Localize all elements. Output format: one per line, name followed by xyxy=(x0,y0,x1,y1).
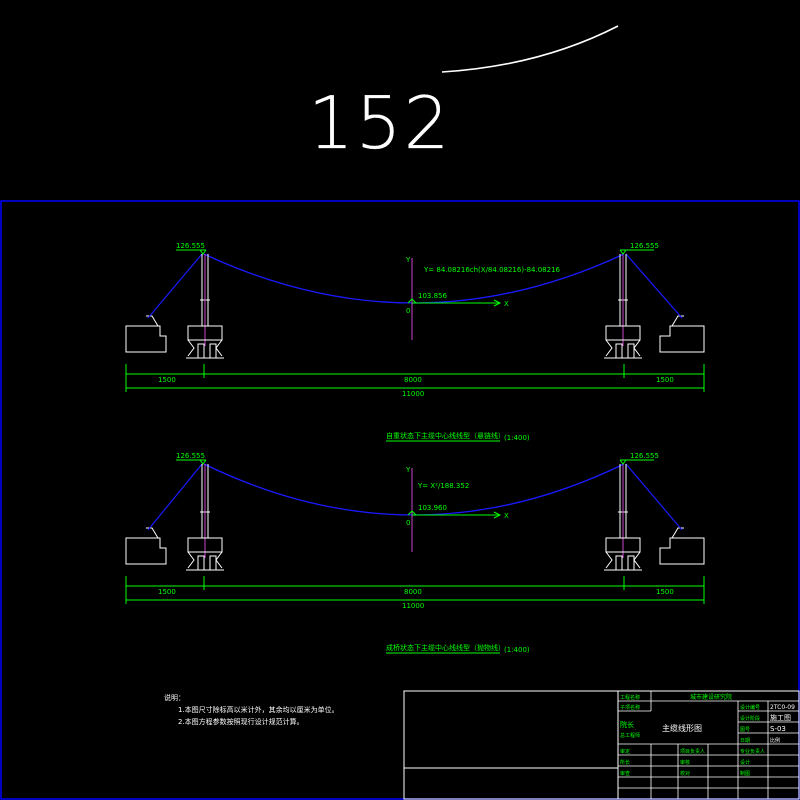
svg-text:0: 0 xyxy=(406,519,410,527)
label-drawing-no: 设计编号 xyxy=(740,704,760,711)
anchor-right xyxy=(659,527,705,565)
svg-text:126.555: 126.555 xyxy=(630,242,659,250)
label-reviewer: 审查 xyxy=(620,770,630,777)
svg-text:Y: Y xyxy=(405,466,411,474)
label-designer: 设计 xyxy=(740,759,750,766)
main-cable xyxy=(203,253,625,304)
institute-name: 城市建设研究院 xyxy=(690,693,732,701)
svg-text:0: 0 xyxy=(406,307,410,315)
anchor-left xyxy=(125,527,167,565)
dim-main-bottom: 8000 xyxy=(404,588,422,596)
svg-text:126.555: 126.555 xyxy=(630,452,659,460)
bottom-elevation: 126.555 126.555 Y X 0 103.960 Y= X²/188.… xyxy=(125,452,705,654)
label-date: 日期 xyxy=(740,738,750,744)
value-drawing-no: 2TC0-09 xyxy=(770,704,795,711)
dim-side-left-top: 1500 xyxy=(158,376,176,384)
dim-total-bottom: 11000 xyxy=(402,602,424,610)
tower-right xyxy=(604,464,642,571)
notes-heading: 说明： xyxy=(164,693,185,702)
label-chief: 所长 xyxy=(620,759,630,766)
label-chief-engineer: 总工程师 xyxy=(620,732,640,739)
value-scale-tag: 比例 xyxy=(770,737,780,744)
label-sub-project: 子项名称 xyxy=(620,704,640,711)
anchor-right xyxy=(659,315,705,353)
label-checker: 审核 xyxy=(680,759,690,766)
caption-bottom: 成桥状态下主缆中心线线型（抛物线） xyxy=(386,643,505,652)
cable-equation-top: Y= 84.08216ch(X/84.08216)-84.08216 xyxy=(423,266,561,274)
caption-top: 自重状态下主缆中心线线型（悬链线） xyxy=(386,431,505,440)
svg-text:X: X xyxy=(504,512,509,520)
elevation-mark-left: 126.555 xyxy=(176,452,207,465)
dim-main-top: 8000 xyxy=(404,376,422,384)
dim-total-top: 11000 xyxy=(402,390,424,398)
dim-side-right-bottom: 1500 xyxy=(656,588,674,596)
note-item: 1.本图尺寸除标高以米计外，其余均以厘米为单位。 xyxy=(178,705,339,714)
caption-top-scale: (1:400) xyxy=(504,434,530,442)
drawing-title: 主缆线形图 xyxy=(662,723,702,733)
label-sheet-no: 图号 xyxy=(740,727,750,733)
notes: 说明： 1.本图尺寸除标高以米计外，其余均以厘米为单位。 2.本图方程参数按照现… xyxy=(164,693,339,726)
label-proofreader: 校对 xyxy=(680,770,690,777)
svg-text:Y: Y xyxy=(405,256,411,264)
note-item: 2.本图方程参数按照现行设计规范计算。 xyxy=(178,717,304,726)
label-project-lead: 项目负责人 xyxy=(680,748,705,755)
page-number: 152 xyxy=(308,81,451,165)
tower-right xyxy=(604,254,642,359)
backstay-right xyxy=(625,463,683,531)
label-discipline-lead: 专业负责人 xyxy=(740,748,765,755)
backstay-right xyxy=(625,253,683,319)
backstay-left xyxy=(147,463,203,531)
label-approver: 审定 xyxy=(620,748,630,755)
dim-side-left-bottom: 1500 xyxy=(158,588,176,596)
label-design-stage: 设计阶段 xyxy=(740,715,760,722)
svg-text:103.960: 103.960 xyxy=(418,504,447,512)
tower-left xyxy=(186,254,224,359)
cable-equation-bottom: Y= X²/188.352 xyxy=(417,482,469,490)
title-block: 工程名称 子项名称 城市建设研究院 院长 总工程师 主缆线形图 设计编号 2TC… xyxy=(403,690,800,800)
elevation-mark-right: 126.555 xyxy=(619,452,659,465)
svg-text:103.856: 103.856 xyxy=(418,292,447,300)
tower-left xyxy=(186,464,224,571)
label-project-name: 工程名称 xyxy=(620,694,640,701)
top-elevation: 126.555 126.555 Y X 0 103.856 Y= 84.0821… xyxy=(125,242,705,442)
svg-text:126.555: 126.555 xyxy=(176,452,205,460)
value-sheet-no: S-03 xyxy=(770,725,786,733)
anchor-left xyxy=(125,315,167,353)
elevation-mark-left: 126.555 xyxy=(176,242,207,255)
svg-text:X: X xyxy=(504,300,509,308)
label-director: 院长 xyxy=(620,720,634,729)
svg-text:126.555: 126.555 xyxy=(176,242,205,250)
caption-bottom-scale: (1:400) xyxy=(504,646,530,654)
cad-drawing-canvas: 152 126.555 126.555 Y X 0 103.856 Y= 84.… xyxy=(0,25,800,800)
decorative-arc xyxy=(441,25,619,73)
value-design-stage: 施工图 xyxy=(770,713,791,722)
main-cable xyxy=(203,463,625,516)
dim-side-right-top: 1500 xyxy=(656,376,674,384)
elevation-mark-right: 126.555 xyxy=(619,242,659,255)
backstay-left xyxy=(147,253,203,319)
label-drafter: 制图 xyxy=(740,770,750,777)
cable-axes: Y X 0 103.960 Y= X²/188.352 xyxy=(405,466,509,552)
drawing-frame xyxy=(0,200,800,800)
